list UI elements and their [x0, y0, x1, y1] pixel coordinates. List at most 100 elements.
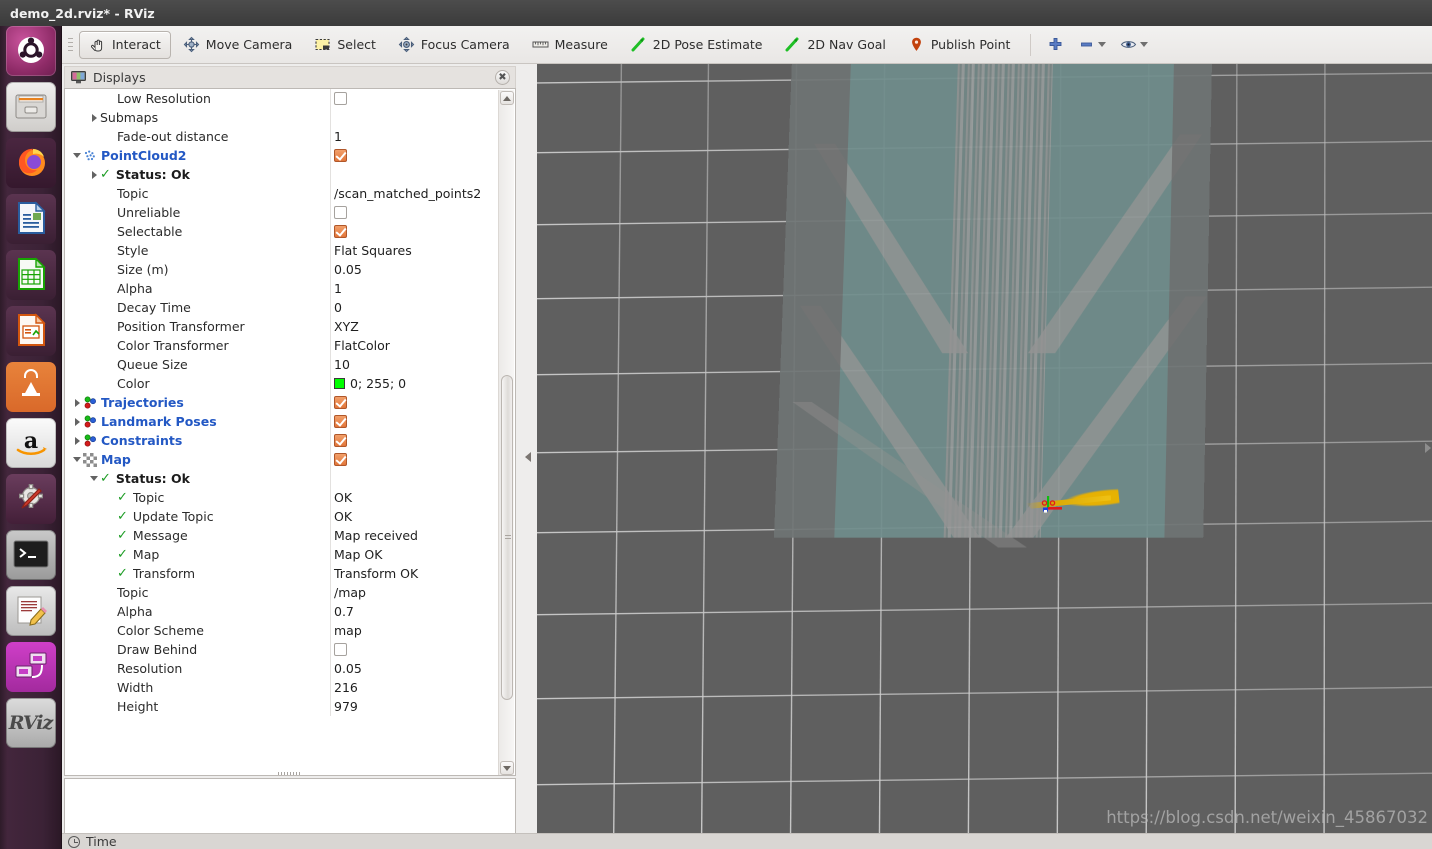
- tree-row[interactable]: Width 216: [65, 678, 499, 697]
- tree-row[interactable]: Resolution 0.05: [65, 659, 499, 678]
- tree-row-value[interactable]: [330, 393, 499, 412]
- tree-row[interactable]: Color 0; 255; 0: [65, 374, 499, 393]
- chevron-down-icon[interactable]: [71, 450, 83, 469]
- launcher-item-files[interactable]: [5, 82, 56, 132]
- tree-row[interactable]: Alpha 1: [65, 279, 499, 298]
- tool-2d-pose-estimate[interactable]: 2D Pose Estimate: [620, 31, 773, 59]
- tree-row[interactable]: Landmark Poses: [65, 412, 499, 431]
- toolbar-tool-visibility-button[interactable]: [1114, 31, 1154, 59]
- tree-row-value[interactable]: [330, 640, 499, 659]
- launcher-item-ubuntu-software[interactable]: [5, 362, 56, 412]
- tree-row-value[interactable]: /scan_matched_points2: [330, 184, 499, 203]
- tree-row[interactable]: Style Flat Squares: [65, 241, 499, 260]
- tree-row-value[interactable]: [330, 203, 499, 222]
- chevron-right-icon[interactable]: [71, 412, 83, 431]
- tree-row-value[interactable]: /map: [330, 583, 499, 602]
- chevron-down-icon[interactable]: [71, 146, 83, 165]
- tree-row[interactable]: Queue Size 10: [65, 355, 499, 374]
- tool-measure[interactable]: Measure: [522, 31, 618, 59]
- checkbox-checked[interactable]: [334, 453, 347, 466]
- tree-row[interactable]: Draw Behind: [65, 640, 499, 659]
- tree-row-value[interactable]: 0.05: [330, 260, 499, 279]
- chevron-down-icon[interactable]: [1140, 42, 1149, 47]
- tree-row[interactable]: Fade-out distance 1: [65, 127, 499, 146]
- tree-row-value[interactable]: [330, 108, 499, 127]
- tree-row[interactable]: Constraints: [65, 431, 499, 450]
- tree-row-value[interactable]: 0: [330, 298, 499, 317]
- tree-row-value[interactable]: [330, 431, 499, 450]
- checkbox-checked[interactable]: [334, 415, 347, 428]
- tree-row-value[interactable]: OK: [330, 488, 499, 507]
- toolbar-add-tool-button[interactable]: [1041, 31, 1070, 59]
- checkbox-unchecked[interactable]: [334, 643, 347, 656]
- launcher-item-system-settings[interactable]: [5, 474, 56, 524]
- checkbox-checked[interactable]: [334, 149, 347, 162]
- tree-row-value[interactable]: FlatColor: [330, 336, 499, 355]
- tree-row-value[interactable]: 979: [330, 697, 499, 716]
- tree-row[interactable]: Size (m) 0.05: [65, 260, 499, 279]
- tree-row[interactable]: Topic/map: [65, 583, 499, 602]
- tree-row-value[interactable]: Map OK: [330, 545, 499, 564]
- tree-row[interactable]: Position Transformer XYZ: [65, 317, 499, 336]
- collapse-right-icon[interactable]: [1425, 442, 1431, 453]
- displays-tree-scrollbar[interactable]: [498, 90, 514, 775]
- tree-row[interactable]: Low Resolution: [65, 89, 499, 108]
- color-swatch[interactable]: [334, 378, 345, 389]
- tree-row-value[interactable]: 216: [330, 678, 499, 697]
- chevron-right-icon[interactable]: [71, 393, 83, 412]
- collapse-left-icon[interactable]: [525, 451, 531, 462]
- launcher-item-libreoffice-calc[interactable]: [5, 250, 56, 300]
- tree-row-value[interactable]: [330, 89, 499, 108]
- tree-row-value[interactable]: 0; 255; 0: [330, 374, 499, 393]
- checkbox-unchecked[interactable]: [334, 206, 347, 219]
- tree-row[interactable]: ✓ Map Map OK: [65, 545, 499, 564]
- tree-row[interactable]: Height 979: [65, 697, 499, 716]
- tree-row[interactable]: ✓ Status: Ok: [65, 469, 499, 488]
- tree-row-value[interactable]: Flat Squares: [330, 241, 499, 260]
- tree-row-value[interactable]: XYZ: [330, 317, 499, 336]
- launcher-item-firefox[interactable]: [5, 138, 56, 188]
- tree-row[interactable]: Color Transformer FlatColor: [65, 336, 499, 355]
- dock-splitter[interactable]: [520, 64, 536, 849]
- tree-row[interactable]: Color Scheme map: [65, 621, 499, 640]
- tool-select[interactable]: Select: [304, 31, 386, 59]
- tree-resize-grip[interactable]: [278, 772, 302, 775]
- tree-row-value[interactable]: [330, 165, 499, 184]
- close-icon[interactable]: ✖: [495, 70, 510, 85]
- launcher-item-rviz[interactable]: RViz: [5, 698, 56, 748]
- launcher-item-libreoffice-impress[interactable]: [5, 306, 56, 356]
- tree-row-value[interactable]: [330, 146, 499, 165]
- chevron-down-icon[interactable]: [88, 469, 100, 488]
- launcher-item-ubuntu-dash[interactable]: [5, 26, 56, 76]
- launcher-item-text-editor[interactable]: [5, 586, 56, 636]
- chevron-right-icon[interactable]: [88, 108, 100, 127]
- tree-row[interactable]: ✓ Update Topic OK: [65, 507, 499, 526]
- scroll-down-icon[interactable]: [500, 761, 514, 775]
- checkbox-checked[interactable]: [334, 434, 347, 447]
- scrollbar-thumb[interactable]: [501, 375, 513, 700]
- tree-row[interactable]: Map: [65, 450, 499, 469]
- tree-row-value[interactable]: 10: [330, 355, 499, 374]
- chevron-right-icon[interactable]: [71, 431, 83, 450]
- tree-row[interactable]: ✓ Transform Transform OK: [65, 564, 499, 583]
- tree-row-value[interactable]: 1: [330, 279, 499, 298]
- tree-row-value[interactable]: [330, 469, 499, 488]
- checkbox-unchecked[interactable]: [334, 92, 347, 105]
- toolbar-drag-handle[interactable]: [66, 34, 75, 56]
- tree-row[interactable]: Trajectories: [65, 393, 499, 412]
- tree-row-value[interactable]: [330, 412, 499, 431]
- launcher-item-amazon[interactable]: a: [5, 418, 56, 468]
- 3d-render-view[interactable]: https://blog.csdn.net/weixin_45867032: [537, 64, 1432, 833]
- checkbox-checked[interactable]: [334, 225, 347, 238]
- tool-move-camera[interactable]: Move Camera: [173, 31, 303, 59]
- tool-focus-camera[interactable]: Focus Camera: [388, 31, 520, 59]
- tree-row[interactable]: Topic/scan_matched_points2: [65, 184, 499, 203]
- tree-row[interactable]: Decay Time 0: [65, 298, 499, 317]
- tree-row[interactable]: Unreliable: [65, 203, 499, 222]
- tree-row[interactable]: ✓ Status: Ok: [65, 165, 499, 184]
- tree-row-value[interactable]: Map received: [330, 526, 499, 545]
- displays-tree[interactable]: Low Resolution Submaps Fade-out distance 1 …: [64, 88, 516, 776]
- tree-row-value[interactable]: 1: [330, 127, 499, 146]
- tree-row[interactable]: PointCloud2: [65, 146, 499, 165]
- scroll-up-icon[interactable]: [500, 91, 514, 105]
